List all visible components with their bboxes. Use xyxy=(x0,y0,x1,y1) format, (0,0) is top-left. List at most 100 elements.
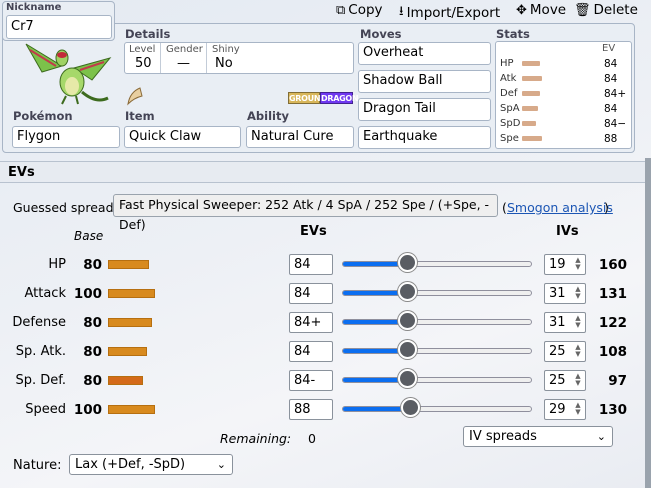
iv-input[interactable]: 25 ▲ ▼ xyxy=(544,370,586,391)
ev-slider[interactable] xyxy=(342,319,532,325)
iv-spreads-select[interactable]: IV spreads ⌄ xyxy=(463,426,613,447)
stat-name: Sp. Atk. xyxy=(15,344,66,359)
iv-value: 31 xyxy=(549,286,566,301)
type-badge-dragon: DRAGON xyxy=(320,92,359,104)
ev-slider[interactable] xyxy=(342,261,532,267)
stat-name: Defense xyxy=(12,315,66,330)
iv-input[interactable]: 29 ▲ ▼ xyxy=(544,399,586,420)
move-1-input[interactable]: Overheat xyxy=(358,42,491,65)
iv-input[interactable]: 19 ▲ ▼ xyxy=(544,254,586,275)
chevron-down-icon: ⌄ xyxy=(596,430,606,443)
evs-column-header: EVs xyxy=(300,224,327,239)
trash-icon: 🗑 xyxy=(574,2,591,18)
stats-summary[interactable]: EV HP 84 Atk 84 Def 84+ SpA 84 SpD 84− S… xyxy=(495,41,632,149)
ev-slider-thumb[interactable] xyxy=(398,340,417,359)
item-sprite xyxy=(127,87,143,106)
iv-spinner-icon[interactable]: ▲ ▼ xyxy=(573,344,583,359)
chevron-down-icon: ⌄ xyxy=(216,458,226,471)
nature-select-value: Lax (+Def, -SpD) xyxy=(75,457,186,472)
stat-name: Def xyxy=(500,88,518,99)
nickname-box: Nickname Cr7 xyxy=(2,1,115,41)
iv-spreads-select-value: IV spreads xyxy=(469,429,537,444)
ev-input[interactable]: 88 xyxy=(289,399,333,420)
stat-bar xyxy=(522,121,536,126)
move-button[interactable]: ✥ Move xyxy=(516,2,566,18)
ev-slider[interactable] xyxy=(342,377,532,383)
iv-value: 31 xyxy=(549,315,566,330)
stat-name: SpD xyxy=(500,118,521,129)
iv-value: 25 xyxy=(549,344,566,359)
ev-slider[interactable] xyxy=(342,406,532,412)
ev-input[interactable]: 84 xyxy=(289,283,333,304)
ev-slider[interactable] xyxy=(342,348,532,354)
stat-bar xyxy=(522,61,540,66)
shiny-value: No xyxy=(215,56,233,71)
evs-section-header: EVs xyxy=(0,161,651,183)
ev-slider-thumb[interactable] xyxy=(398,311,417,330)
item-label: Item xyxy=(125,109,155,123)
ev-slider-thumb[interactable] xyxy=(398,253,417,272)
ev-slider-thumb[interactable] xyxy=(398,282,417,301)
base-stat-bar xyxy=(108,376,143,385)
stat-name: SpA xyxy=(500,103,520,114)
iv-spinner-icon[interactable]: ▲ ▼ xyxy=(573,257,583,272)
iv-spinner-icon[interactable]: ▲ ▼ xyxy=(573,402,583,417)
move-2-input[interactable]: Shadow Ball xyxy=(358,70,491,93)
stat-row: HP 84 xyxy=(500,58,628,70)
stat-total: 97 xyxy=(608,373,627,389)
move-label: Move xyxy=(529,2,567,18)
level-value: 50 xyxy=(135,56,152,71)
move-4-input[interactable]: Earthquake xyxy=(358,126,491,149)
ev-slider-thumb[interactable] xyxy=(401,398,420,417)
stat-row: Spe 88 xyxy=(500,133,628,145)
stat-total: 122 xyxy=(598,315,627,331)
nickname-label: Nickname xyxy=(6,2,62,13)
stat-value: 84+ xyxy=(604,88,627,100)
iv-spinner-icon[interactable]: ▲ ▼ xyxy=(573,315,583,330)
pokemon-sprite[interactable] xyxy=(22,38,114,110)
ev-input[interactable]: 84+ xyxy=(289,312,333,333)
pokemon-input[interactable]: Flygon xyxy=(12,126,120,148)
ability-input[interactable]: Natural Cure xyxy=(246,126,354,148)
ev-input[interactable]: 84- xyxy=(289,370,333,391)
ev-input[interactable]: 84 xyxy=(289,254,333,275)
ev-slider[interactable] xyxy=(342,290,532,296)
copy-button[interactable]: ⧉ Copy xyxy=(336,2,383,18)
base-stat-value: 80 xyxy=(83,373,102,389)
iv-value: 29 xyxy=(549,402,566,417)
gender-value: — xyxy=(177,56,190,71)
remaining-value: 0 xyxy=(308,431,316,446)
delete-button[interactable]: 🗑 Delete xyxy=(574,2,638,18)
iv-input[interactable]: 25 ▲ ▼ xyxy=(544,341,586,362)
iv-input[interactable]: 31 ▲ ▼ xyxy=(544,312,586,333)
scrollbar[interactable] xyxy=(645,158,651,488)
stat-total: 160 xyxy=(598,257,627,273)
iv-spinner-icon[interactable]: ▲ ▼ xyxy=(573,373,583,388)
iv-spinner-icon[interactable]: ▲ ▼ xyxy=(573,286,583,301)
stat-bar xyxy=(522,106,538,111)
nickname-input[interactable]: Cr7 xyxy=(6,15,112,39)
smogon-paren-close: ) xyxy=(604,200,609,215)
ev-slider-thumb[interactable] xyxy=(398,369,417,388)
smogon-analysis-link[interactable]: Smogon analysis xyxy=(507,200,613,215)
item-input[interactable]: Quick Claw xyxy=(124,126,241,148)
stat-row: Def 84+ xyxy=(500,88,628,100)
base-stat-value: 80 xyxy=(83,315,102,331)
ev-input[interactable]: 84 xyxy=(289,341,333,362)
base-stat-bar xyxy=(108,347,147,356)
import-export-button[interactable]: ⭳ Import/Export xyxy=(399,2,500,24)
base-stat-bar xyxy=(108,289,155,298)
iv-value: 19 xyxy=(549,257,566,272)
iv-input[interactable]: 31 ▲ ▼ xyxy=(544,283,586,304)
stat-name: Spe xyxy=(500,133,519,144)
move-3-input[interactable]: Dragon Tail xyxy=(358,98,491,121)
guessed-spread-button[interactable]: Fast Physical Sweeper: 252 Atk / 4 SpA /… xyxy=(113,194,498,232)
stat-name: Sp. Def. xyxy=(15,373,66,388)
ability-label: Ability xyxy=(247,109,289,123)
nature-select[interactable]: Lax (+Def, -SpD) ⌄ xyxy=(69,454,233,475)
copy-icon: ⧉ xyxy=(336,2,346,18)
import-export-label: Import/Export xyxy=(406,5,501,21)
stat-row: Atk 84 xyxy=(500,73,628,85)
stat-row: SpA 84 xyxy=(500,103,628,115)
details-box[interactable]: Level 50 Gender — Shiny No xyxy=(124,42,354,74)
